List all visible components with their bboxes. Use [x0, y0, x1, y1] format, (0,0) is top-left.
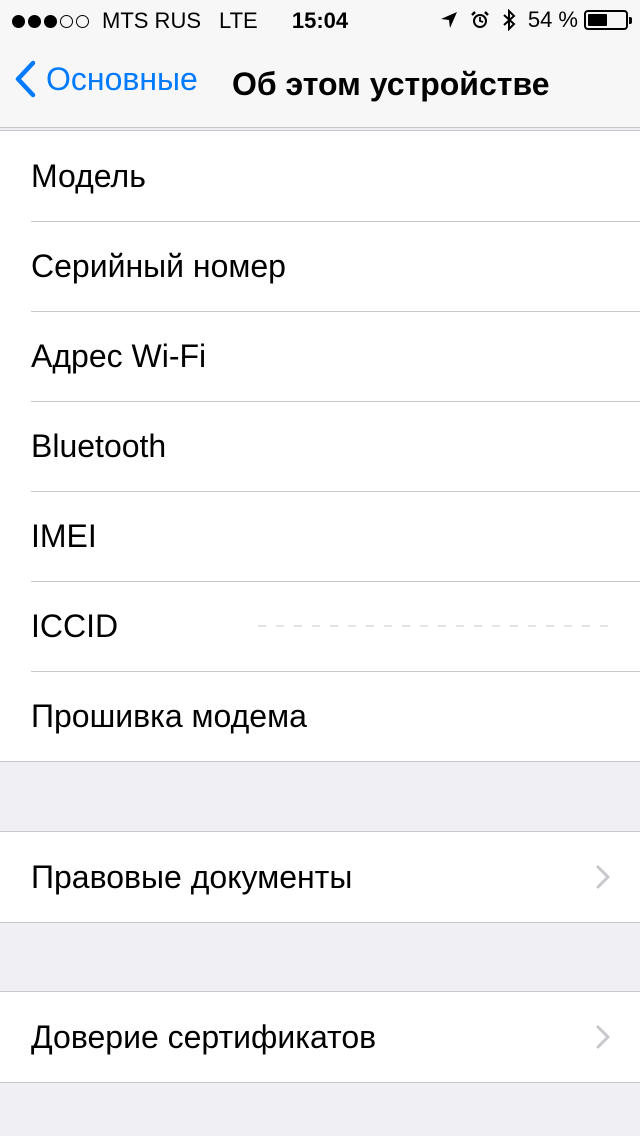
device-info-group: Модель Серийный номер Адрес Wi-Fi Blueto… [0, 130, 640, 762]
battery-percent: 54 % [527, 7, 578, 32]
back-button-label: Основные [46, 60, 198, 97]
redacted-value [248, 625, 608, 627]
chevron-right-icon [596, 865, 610, 889]
location-arrow-icon [440, 11, 458, 29]
list-item-serial-number[interactable]: Серийный номер [0, 221, 640, 311]
list-item-label: Серийный номер [31, 247, 286, 284]
list-item-iccid[interactable]: ICCID [0, 581, 640, 671]
list-item-label: Правовые документы [31, 858, 353, 895]
list-item-label: IMEI [31, 517, 97, 554]
navigation-bar: Основные Об этом устройстве [0, 40, 640, 128]
list-item-label: Доверие сертификатов [31, 1018, 377, 1055]
list-item-label: ICCID [31, 607, 119, 644]
list-item-wifi-address[interactable]: Адрес Wi-Fi [0, 311, 640, 401]
list-item-label: Адрес Wi-Fi [31, 337, 207, 374]
list-item-modem-firmware[interactable]: Прошивка модема [0, 671, 640, 761]
page-title: Об этом устройстве [232, 66, 550, 102]
list-item-legal[interactable]: Правовые документы [0, 832, 640, 922]
list-item-label: Модель [31, 157, 146, 194]
back-button[interactable]: Основные [14, 60, 198, 98]
list-item-label: Прошивка модема [31, 697, 307, 734]
certificate-trust-group: Доверие сертификатов [0, 991, 640, 1083]
chevron-right-icon [596, 1025, 610, 1049]
list-item-bluetooth[interactable]: Bluetooth [0, 401, 640, 491]
bluetooth-icon [502, 9, 516, 31]
list-item-label: Bluetooth [31, 427, 167, 464]
status-bar: MTS RUS LTE 15:04 54 % [0, 0, 640, 40]
battery-fill [588, 14, 608, 26]
battery-icon [584, 10, 632, 30]
list-item-imei[interactable]: IMEI [0, 491, 640, 581]
legal-group: Правовые документы [0, 831, 640, 923]
list-item-certificate-trust[interactable]: Доверие сертификатов [0, 992, 640, 1082]
status-bar-right: 54 % [428, 7, 632, 33]
list-item-model[interactable]: Модель [0, 131, 640, 221]
alarm-clock-icon [470, 10, 490, 30]
chevron-left-icon [15, 60, 36, 98]
